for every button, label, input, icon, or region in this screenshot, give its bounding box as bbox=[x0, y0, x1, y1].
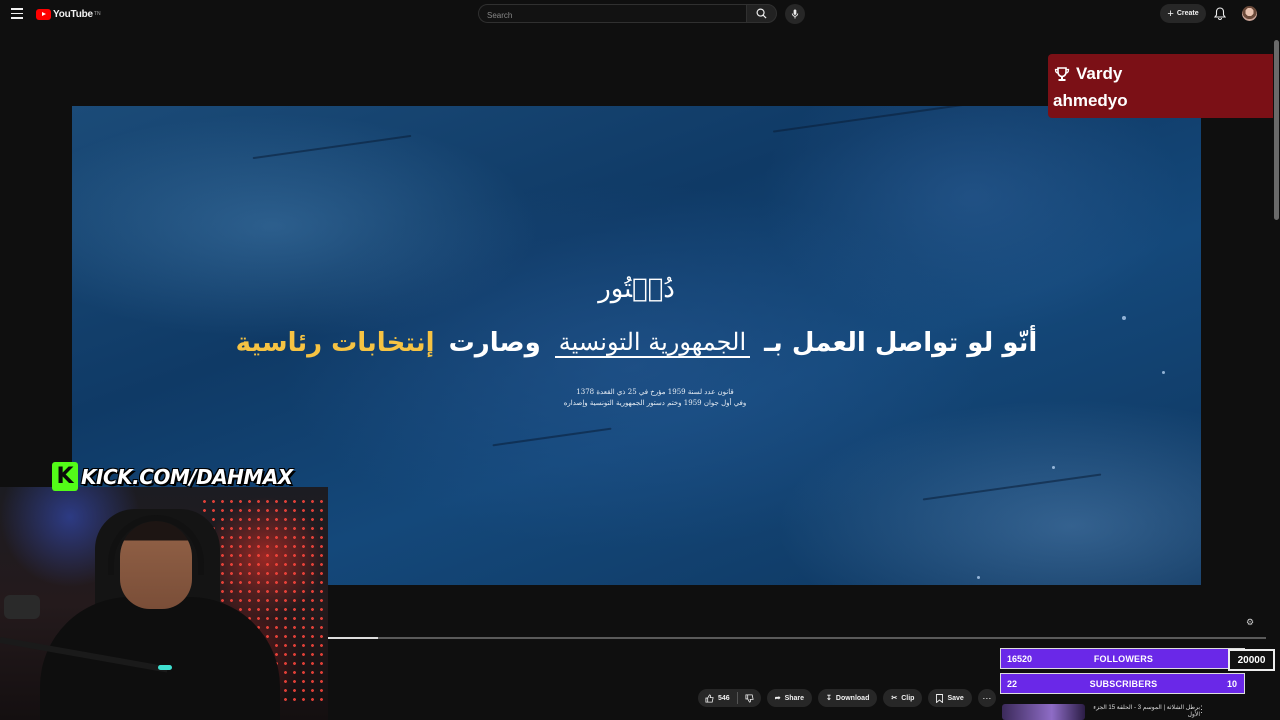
clip-label: Clip bbox=[901, 694, 915, 702]
texture-streak bbox=[922, 473, 1102, 501]
search-box bbox=[478, 4, 746, 24]
logo-text: YouTube bbox=[53, 8, 93, 20]
voice-search-button[interactable] bbox=[785, 4, 805, 24]
share-label: Share bbox=[784, 694, 805, 702]
stream-goal-counters: 16520 FOLLOWERS 22 SUBSCRIBERS 10 bbox=[1000, 648, 1245, 694]
followers-label: FOLLOWERS bbox=[1093, 654, 1154, 664]
download-button[interactable]: ↧ Download bbox=[818, 689, 878, 707]
video-overlay-word: دُسۡتُور bbox=[598, 274, 675, 304]
webcam-feed bbox=[0, 487, 328, 720]
bell-icon[interactable] bbox=[1213, 7, 1227, 20]
avatar[interactable] bbox=[1242, 6, 1257, 21]
kick-channel-url: KICK.COM/DAHMAX bbox=[81, 464, 293, 489]
save-button[interactable]: Save bbox=[928, 689, 972, 707]
bookmark-icon bbox=[936, 693, 944, 703]
trophy-icon bbox=[1054, 66, 1070, 81]
plus-icon: + bbox=[1167, 7, 1174, 20]
save-label: Save bbox=[947, 694, 964, 702]
video-actions: 546 ➦ Share ↧ Download ✂ Clip Save ⋯ bbox=[698, 689, 996, 707]
like-count: 546 bbox=[718, 694, 730, 702]
small-text-line: وفي أول جوان 1959 وختم دستور الجمهورية ا… bbox=[563, 399, 747, 407]
headline-highlight: إنتخابات رئاسية bbox=[235, 328, 435, 358]
alert-username: Vardy bbox=[1076, 64, 1123, 83]
progress-bar[interactable] bbox=[328, 637, 1266, 639]
video-headline: أنّو لو تواصل العمل بـ الجمهورية التونسي… bbox=[72, 328, 1201, 358]
thumbs-up-icon bbox=[705, 693, 714, 703]
share-icon: ➦ bbox=[774, 695, 781, 702]
desk-item bbox=[4, 595, 40, 619]
kebab-menu-icon[interactable]: ⋮ bbox=[1197, 704, 1206, 715]
youtube-logo[interactable]: YouTube TN bbox=[36, 8, 101, 20]
scrollbar-thumb[interactable] bbox=[1274, 40, 1279, 220]
video-small-text: قانون عدد لسنة 1959 مؤرخ في 25 ذي القعدة… bbox=[560, 387, 750, 409]
texture-streak bbox=[252, 134, 412, 160]
mic-icon bbox=[791, 9, 799, 19]
recommended-video-title[interactable]: برطل الشلاثة | الموسم 3 - الحلقة 15 الجز… bbox=[1090, 705, 1200, 719]
followers-goal: 20000 bbox=[1228, 649, 1275, 671]
progress-played bbox=[328, 637, 378, 639]
youtube-play-icon bbox=[36, 8, 51, 20]
search-icon bbox=[756, 8, 767, 19]
texture-streak bbox=[492, 427, 612, 447]
kick-channel-badge: K KICK.COM/DAHMAX bbox=[52, 462, 293, 491]
headline-emblem: الجمهورية التونسية bbox=[554, 328, 751, 358]
small-text-line: قانون عدد لسنة 1959 مؤرخ في 25 ذي القعدة… bbox=[576, 388, 734, 396]
search-input[interactable] bbox=[479, 7, 745, 24]
alert-subtext: ahmedyo bbox=[1053, 91, 1128, 110]
search-button[interactable] bbox=[746, 4, 777, 23]
subscribers-label: SUBSCRIBERS bbox=[1089, 679, 1158, 689]
logo-country-code: TN bbox=[93, 11, 101, 17]
thumbs-down-icon bbox=[745, 693, 754, 703]
sparkle bbox=[977, 576, 980, 579]
clip-button[interactable]: ✂ Clip bbox=[883, 689, 923, 707]
headline-part-2: وصارت bbox=[448, 328, 541, 358]
stream-alert-line-1: Vardy bbox=[1054, 64, 1122, 84]
texture-streak bbox=[772, 106, 982, 133]
download-icon: ↧ bbox=[826, 695, 832, 702]
subscribers-goal: 10 bbox=[1226, 679, 1237, 689]
create-button[interactable]: + Create bbox=[1160, 4, 1206, 23]
kick-logo-icon: K bbox=[52, 462, 78, 491]
download-label: Download bbox=[835, 694, 870, 702]
dislike-button[interactable] bbox=[738, 689, 761, 707]
sparkle bbox=[1162, 371, 1165, 374]
streamer-body bbox=[40, 597, 280, 720]
like-dislike-group: 546 bbox=[698, 689, 761, 707]
sparkle bbox=[1122, 316, 1126, 320]
menu-icon[interactable] bbox=[11, 8, 23, 19]
mic-light bbox=[158, 665, 172, 670]
subscribers-goal-bar: 22 SUBSCRIBERS 10 bbox=[1000, 673, 1245, 694]
followers-goal-bar: 16520 FOLLOWERS bbox=[1000, 648, 1245, 669]
share-button[interactable]: ➦ Share bbox=[766, 689, 813, 707]
recommended-video-thumbnail[interactable] bbox=[1002, 704, 1085, 720]
like-button[interactable]: 546 bbox=[698, 689, 737, 707]
settings-icon[interactable]: ⚙ bbox=[1246, 617, 1254, 628]
sparkle bbox=[1052, 466, 1055, 469]
headline-part-1: أنّو لو تواصل العمل بـ bbox=[764, 328, 1038, 358]
more-actions-icon[interactable]: ⋯ bbox=[977, 689, 996, 707]
create-label: Create bbox=[1176, 10, 1199, 17]
scissors-icon: ✂ bbox=[891, 695, 898, 702]
